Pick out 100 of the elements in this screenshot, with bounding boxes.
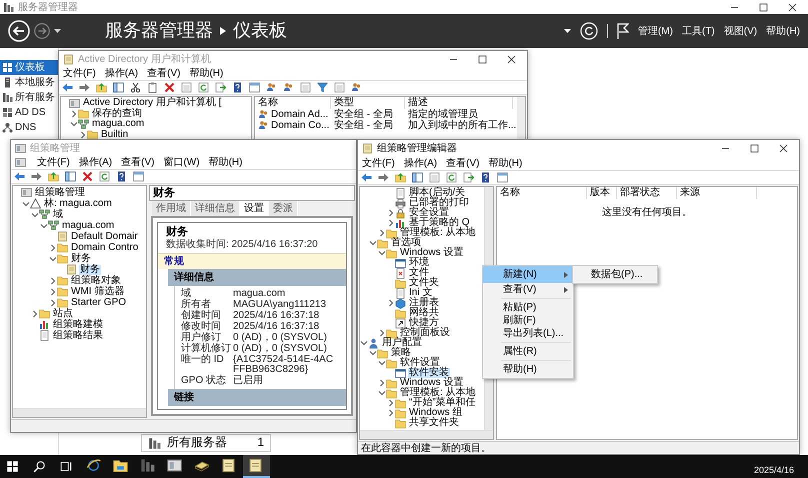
column-header[interactable]: 名称 xyxy=(255,97,331,109)
menu-item[interactable]: 操作(A) xyxy=(104,68,138,79)
tree-item[interactable]: 组策略建模 xyxy=(52,320,104,330)
users-icon[interactable] xyxy=(283,82,294,93)
menu-item[interactable]: 管理(M) xyxy=(638,26,673,36)
caret-down-icon[interactable] xyxy=(54,28,61,34)
users-icon[interactable] xyxy=(351,82,362,93)
tree-item[interactable]: 文件 xyxy=(408,268,430,278)
tree-item[interactable]: 林: magua.com xyxy=(43,198,113,208)
tree-item[interactable]: 策略 xyxy=(390,348,412,358)
menu-item[interactable]: 导出列表(L)... xyxy=(483,327,573,340)
chevron-right-icon[interactable] xyxy=(378,329,386,337)
menu-item[interactable]: 查看(V) xyxy=(121,157,154,168)
delete-icon[interactable] xyxy=(164,82,175,93)
menu-item[interactable]: 操作(A) xyxy=(78,157,112,168)
tree-item[interactable]: 用户配置 xyxy=(381,338,423,348)
tree-item[interactable]: Ini 文 xyxy=(408,288,434,298)
tree-item[interactable]: 软件安装 xyxy=(408,368,450,378)
taskbar-button[interactable] xyxy=(243,455,270,478)
chevron-right-icon[interactable] xyxy=(387,399,395,407)
section-header[interactable]: 链接 xyxy=(168,389,346,406)
forward-arrow-icon[interactable] xyxy=(31,171,42,182)
close-icon[interactable] xyxy=(787,2,798,12)
help-icon[interactable] xyxy=(480,172,491,183)
menu-item[interactable]: 帮助(H) xyxy=(208,157,242,168)
folder-icon[interactable] xyxy=(113,458,128,473)
chevron-right-icon[interactable] xyxy=(387,219,395,227)
tree-item[interactable]: 软件设置 xyxy=(399,358,441,368)
tab[interactable]: 委派 xyxy=(269,201,298,216)
menu-item[interactable]: 窗口(W) xyxy=(163,157,200,168)
clipboard-icon[interactable] xyxy=(147,82,158,93)
tree-item[interactable]: 管理模板: 从本地 xyxy=(399,388,477,398)
tree-item[interactable]: 注册表 xyxy=(408,298,440,308)
nav-item[interactable]: 所有服务 xyxy=(0,90,58,105)
chevron-down-icon[interactable] xyxy=(369,349,377,357)
tree-item[interactable]: 快捷方 xyxy=(408,318,440,328)
column-header[interactable]: 类型 xyxy=(331,97,405,109)
tree-item[interactable]: 首选项 xyxy=(390,238,422,248)
chevron-right-icon[interactable] xyxy=(378,229,386,237)
chevron-down-icon[interactable] xyxy=(360,339,368,347)
tree-item[interactable]: Windows 组 xyxy=(408,408,464,418)
column-header[interactable]: 名称 xyxy=(497,187,587,199)
panel-icon[interactable] xyxy=(249,82,260,93)
tree-item[interactable]: WMI 筛选器 xyxy=(70,286,126,296)
section-header[interactable]: 详细信息 xyxy=(168,269,346,286)
chevron-right-icon[interactable] xyxy=(31,310,39,318)
chevron-right-icon[interactable] xyxy=(387,209,395,217)
search-icon[interactable] xyxy=(33,460,46,473)
browser-icon[interactable] xyxy=(86,458,101,473)
menu-item[interactable]: 文件(F) xyxy=(63,68,96,79)
tree-item[interactable]: 基于策略的 Q xyxy=(408,218,471,228)
scissors-icon[interactable] xyxy=(130,82,141,93)
folder-up-icon[interactable] xyxy=(395,172,406,183)
menu-item[interactable]: 帮助(H) xyxy=(189,68,224,79)
forward-arrow-icon[interactable] xyxy=(378,172,389,183)
chevron-right-icon[interactable] xyxy=(70,110,78,118)
console-icon[interactable] xyxy=(167,458,182,473)
chevron-right-icon[interactable] xyxy=(387,299,395,307)
menu-item[interactable]: 新建(N) xyxy=(483,266,573,283)
nav-item[interactable]: 仪表板 xyxy=(0,60,58,75)
chevron-right-icon[interactable] xyxy=(49,298,57,306)
help-icon[interactable] xyxy=(232,82,243,93)
nav-item[interactable]: AD DS xyxy=(0,105,58,120)
users-icon[interactable] xyxy=(266,82,277,93)
tree-item[interactable]: 站点 xyxy=(52,308,74,318)
scroll-icon[interactable] xyxy=(248,458,263,473)
chevron-down-icon[interactable] xyxy=(70,120,78,128)
tree-item[interactable]: Default Domair xyxy=(70,232,139,242)
chevron-right-icon[interactable] xyxy=(49,288,57,296)
export-icon[interactable] xyxy=(463,172,474,183)
tree-item[interactable]: 管理模板: 从本地 xyxy=(399,228,477,238)
tree-item[interactable]: 安全设置 xyxy=(408,208,450,218)
menu-item[interactable]: 数据包(P)... xyxy=(573,266,657,283)
chevron-down-icon[interactable] xyxy=(378,249,386,257)
close-icon[interactable] xyxy=(506,54,517,64)
chevron-down-icon[interactable] xyxy=(31,210,39,218)
tree-item[interactable]: Builtin xyxy=(100,130,130,139)
menu-item[interactable]: 帮助(H) xyxy=(766,26,800,36)
menu-item[interactable]: 帮助(H) xyxy=(488,158,522,169)
chevron-down-icon[interactable] xyxy=(40,222,48,230)
section-link[interactable]: 常规 xyxy=(164,256,184,268)
menu-item[interactable]: 工具(T) xyxy=(682,26,715,36)
chevron-down-icon[interactable] xyxy=(378,389,386,397)
tree-item[interactable]: 已部署的打印 xyxy=(408,198,470,208)
tree-item[interactable]: Domain Contro xyxy=(70,242,140,252)
pane-icon[interactable] xyxy=(412,172,423,183)
help-icon[interactable] xyxy=(116,171,127,182)
tab[interactable]: 详细信息 xyxy=(191,201,240,216)
delete-icon[interactable] xyxy=(82,171,93,182)
server-icon[interactable] xyxy=(140,458,155,473)
folder-up-icon[interactable] xyxy=(96,82,107,93)
column-header[interactable]: 来源 xyxy=(677,187,757,199)
close-icon[interactable] xyxy=(778,143,789,154)
maximize-icon[interactable] xyxy=(749,143,760,154)
menu-item[interactable]: 查看(V) xyxy=(147,68,180,79)
start-icon[interactable] xyxy=(6,460,19,473)
tree-item[interactable]: magua.com xyxy=(91,119,146,130)
scrollbar[interactable] xyxy=(360,430,493,439)
menu-item[interactable]: 刷新(F) xyxy=(483,314,573,327)
tree-item[interactable]: 组策略管理 xyxy=(34,188,86,198)
